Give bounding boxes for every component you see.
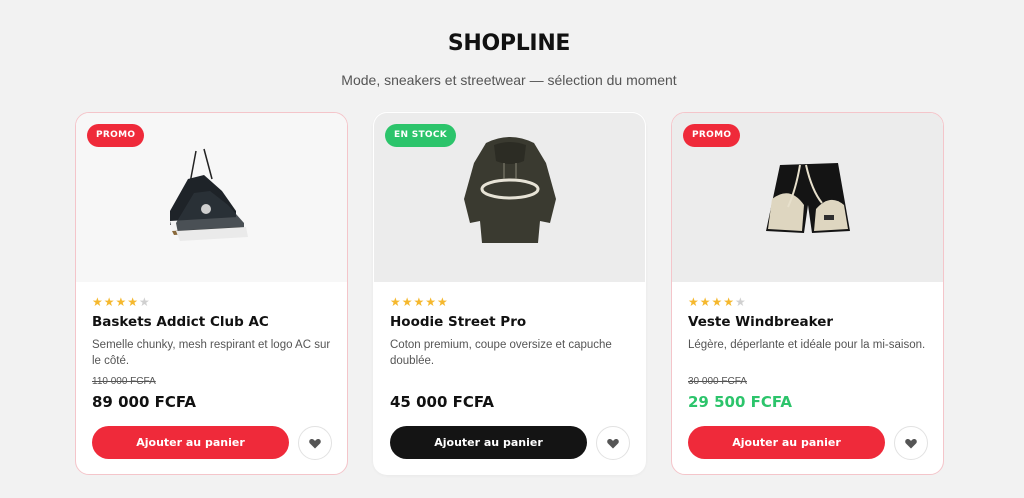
stars-filled: ★★★★: [92, 295, 140, 309]
add-to-cart-button[interactable]: Ajouter au panier: [688, 426, 885, 459]
rating-stars: ★★★★★: [92, 295, 151, 309]
favorite-button[interactable]: [894, 426, 928, 460]
product-image-area[interactable]: PROMO: [672, 113, 943, 282]
favorite-button[interactable]: [298, 426, 332, 460]
current-price: 89 000 FCFA: [92, 393, 197, 411]
old-price: 30 000 FCFA: [688, 376, 747, 387]
rating-stars: ★★★★★: [688, 295, 747, 309]
product-name[interactable]: Baskets Addict Club AC: [92, 314, 269, 330]
promo-badge: PROMO: [87, 124, 145, 147]
current-price: 29 500 FCFA: [688, 393, 793, 411]
product-description: Coton premium, coupe oversize et capuche…: [390, 339, 612, 367]
product-description: Légère, déperlante et idéale pour la mi-…: [688, 339, 926, 351]
rating-stars: ★★★★★: [390, 295, 449, 309]
product-image-area[interactable]: EN STOCK: [374, 113, 645, 282]
product-description: Semelle chunky, mesh respirant et logo A…: [92, 339, 331, 367]
stars-filled: ★★★★★: [390, 295, 449, 309]
heart-icon: [607, 438, 619, 448]
stars-empty: ★: [735, 295, 747, 309]
heart-icon: [309, 438, 321, 448]
old-price: 110 000 FCFA: [92, 376, 156, 387]
product-card-sneakers[interactable]: PROMO ★★★★★ Baskets Addict Club AC Semel…: [75, 112, 348, 475]
current-price: 45 000 FCFA: [390, 393, 495, 411]
product-card-hoodie[interactable]: EN STOCK ★★★★★ Hoodie Street Pro Coton p…: [373, 112, 646, 475]
store-brand-title: SHOPLINE: [447, 31, 571, 56]
product-name[interactable]: Hoodie Street Pro: [390, 314, 526, 330]
product-image-area[interactable]: PROMO: [76, 113, 347, 282]
add-to-cart-button[interactable]: Ajouter au panier: [92, 426, 289, 459]
product-card-windbreaker[interactable]: PROMO ★★★★★ Veste Windbreaker Légère, dé…: [671, 112, 944, 475]
add-to-cart-button[interactable]: Ajouter au panier: [390, 426, 587, 459]
store-tagline: Mode, sneakers et streetwear — sélection…: [341, 72, 677, 88]
favorite-button[interactable]: [596, 426, 630, 460]
stars-empty: ★: [139, 295, 151, 309]
heart-icon: [905, 438, 917, 448]
product-name[interactable]: Veste Windbreaker: [688, 314, 833, 330]
in-stock-badge: EN STOCK: [385, 124, 457, 147]
promo-badge: PROMO: [683, 124, 741, 147]
stars-filled: ★★★★: [688, 295, 736, 309]
